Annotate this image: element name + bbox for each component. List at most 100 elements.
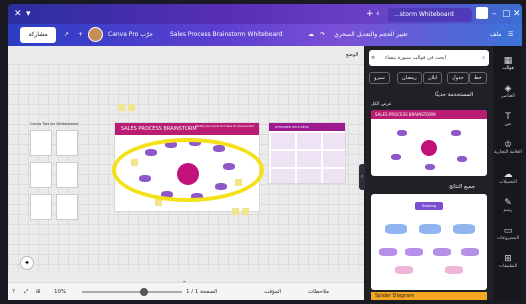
diagram-node (461, 248, 479, 256)
panel-collapse-handle[interactable]: ‹ (359, 164, 365, 190)
help-icon[interactable]: ? (12, 287, 15, 297)
sticky-note[interactable] (232, 208, 239, 215)
diagram-root-label: Drawing (421, 204, 437, 208)
recent-template-thumb[interactable]: SALES PROCESS BRAINSTORM (371, 110, 487, 176)
rail-item-elements[interactable]: ◈ العناصر (494, 84, 522, 99)
sticky-note[interactable] (118, 104, 125, 111)
sticky-note[interactable] (128, 104, 135, 111)
help-desk-board[interactable]: ATTENDED HELP DESK (268, 122, 346, 184)
rail-label: العناصر (501, 94, 515, 99)
timer-button[interactable]: المؤقت (264, 287, 281, 297)
back-icon[interactable]: ✕ (14, 9, 22, 19)
highlight-circle (112, 138, 264, 202)
tips-board[interactable]: Canva Tips for Whiteboards (30, 122, 86, 230)
board-title: SALES PROCESS BRAINSTORM (121, 126, 197, 132)
assistant-button[interactable]: ✦ (20, 256, 34, 270)
chevron-up-icon[interactable]: ⌃ (182, 279, 187, 289)
sticky-note[interactable] (242, 208, 249, 215)
tip-card[interactable] (30, 162, 52, 188)
help-desk-cell[interactable] (323, 169, 345, 183)
cloud-icon[interactable]: ☁ (308, 28, 314, 42)
chevron-left-icon[interactable]: ‹ (376, 9, 380, 19)
rail-label: التطبيقات (498, 264, 518, 269)
thumb-node (397, 130, 407, 136)
diagram-node (395, 266, 413, 274)
editor-toolbar: مشاركة ↗ + Canva Pro جرّب Sales Process … (8, 24, 522, 46)
canvas-label: الوضع (346, 52, 359, 58)
new-tab-icon[interactable]: + (366, 9, 374, 19)
nav-icon[interactable]: ▾ (26, 9, 31, 19)
chip-1[interactable]: خط (469, 72, 487, 84)
browser-tab[interactable]: ...storm Whiteboard (388, 8, 472, 22)
filter-icon[interactable]: ≡ (371, 50, 375, 66)
help-desk-cell[interactable] (271, 169, 295, 183)
all-results-title: جميع النتائج (449, 184, 476, 190)
magic-resize-label: تغيير الحجم والتعديل السحري (334, 31, 408, 38)
tip-card[interactable] (56, 194, 78, 220)
rail-item-templates[interactable]: ▦ قوالب (494, 56, 522, 71)
minimize-icon[interactable]: – (492, 9, 497, 19)
browser-titlebar: ✕ ▾ + ‹ ...storm Whiteboard – ▢ ✕ (8, 4, 522, 26)
help-desk-cell[interactable] (297, 151, 321, 167)
help-desk-cell[interactable] (323, 133, 345, 149)
tab-title: ...storm Whiteboard (394, 11, 454, 18)
diagram-root: Drawing (415, 202, 443, 210)
apps-icon: ⊞ (504, 254, 512, 264)
help-desk-cell[interactable] (323, 151, 345, 167)
canvas-workspace[interactable]: الوضع Canva Tips for Whiteboards SALES P… (8, 46, 364, 282)
chip-4[interactable]: رمضان (397, 72, 422, 84)
page-indicator[interactable]: الصفحة 1 / 1 (186, 287, 217, 297)
analytics-icon[interactable]: ↗ (64, 28, 69, 42)
chip-5[interactable]: سيرو (369, 72, 390, 84)
tip-card[interactable] (56, 162, 78, 188)
notes-button[interactable]: ملاحظات (308, 287, 329, 297)
result-template-thumb[interactable]: Drawing (371, 194, 487, 290)
template-icon: ▦ (503, 56, 513, 66)
avatar[interactable] (88, 27, 103, 42)
tips-title: Canva Tips for Whiteboards (30, 122, 79, 126)
canva-pro-link[interactable]: Canva Pro جرّب (108, 28, 153, 42)
thumb-node (425, 164, 435, 170)
tip-card[interactable] (30, 194, 52, 220)
zoom-level[interactable]: 10% (54, 287, 66, 297)
rail-item-projects[interactable]: ▭ المشروعات (494, 226, 522, 241)
chip-3[interactable]: ابلان (423, 72, 443, 84)
rail-label: العلامة التجارية (494, 150, 522, 155)
help-desk-cell[interactable] (297, 169, 321, 183)
help-desk-cell[interactable] (271, 133, 295, 149)
template-search-input[interactable]: ⌕ ≡ ابحث في قوالب سبورة بيضاء (369, 50, 489, 66)
grid-view-icon[interactable]: ⊞ (36, 287, 41, 297)
zoom-slider[interactable] (82, 288, 182, 296)
rail-label: رسم (503, 208, 513, 213)
diagram-node (445, 266, 463, 274)
spider-diagram-result[interactable]: Spider Diagram (371, 292, 487, 300)
text-icon: T (505, 112, 511, 122)
redo-icon[interactable]: ↷ (320, 28, 325, 42)
diagram-node (385, 224, 407, 234)
rail-item-brand[interactable]: ♔ العلامة التجارية (494, 140, 522, 155)
rail-label: نص (504, 122, 512, 127)
file-menu[interactable]: ملف (490, 28, 501, 42)
view-all-link[interactable]: عرض الكل (371, 102, 392, 107)
rail-item-draw[interactable]: ✎ رسم (494, 198, 522, 213)
help-desk-cell[interactable] (271, 151, 295, 167)
tip-card[interactable] (56, 130, 78, 156)
help-desk-cell[interactable] (297, 133, 321, 149)
doc-title[interactable]: Sales Process Brainstorm Whiteboard (170, 28, 282, 42)
chip-2[interactable]: جدول (447, 72, 469, 84)
maximize-icon[interactable]: ▢ (502, 9, 511, 19)
fullscreen-icon[interactable]: ⤢ (24, 287, 28, 297)
close-icon[interactable]: ✕ (513, 9, 521, 19)
add-icon[interactable]: + (78, 28, 83, 42)
help-desk-title: ATTENDED HELP DESK (275, 125, 309, 129)
help-desk-header: ATTENDED HELP DESK (269, 123, 345, 131)
zoom-slider-handle[interactable] (140, 288, 148, 296)
menu-icon[interactable]: ☰ (508, 28, 513, 42)
share-button[interactable]: مشاركة (20, 27, 56, 43)
rail-item-uploads[interactable]: ☁ التحميلات (494, 170, 522, 185)
magic-resize-button[interactable]: تغيير الحجم والتعديل السحري (334, 28, 424, 42)
rail-item-text[interactable]: T نص (494, 112, 522, 127)
rail-item-apps[interactable]: ⊞ التطبيقات (494, 254, 522, 269)
tip-card[interactable] (30, 130, 52, 156)
elements-icon: ◈ (504, 84, 512, 94)
